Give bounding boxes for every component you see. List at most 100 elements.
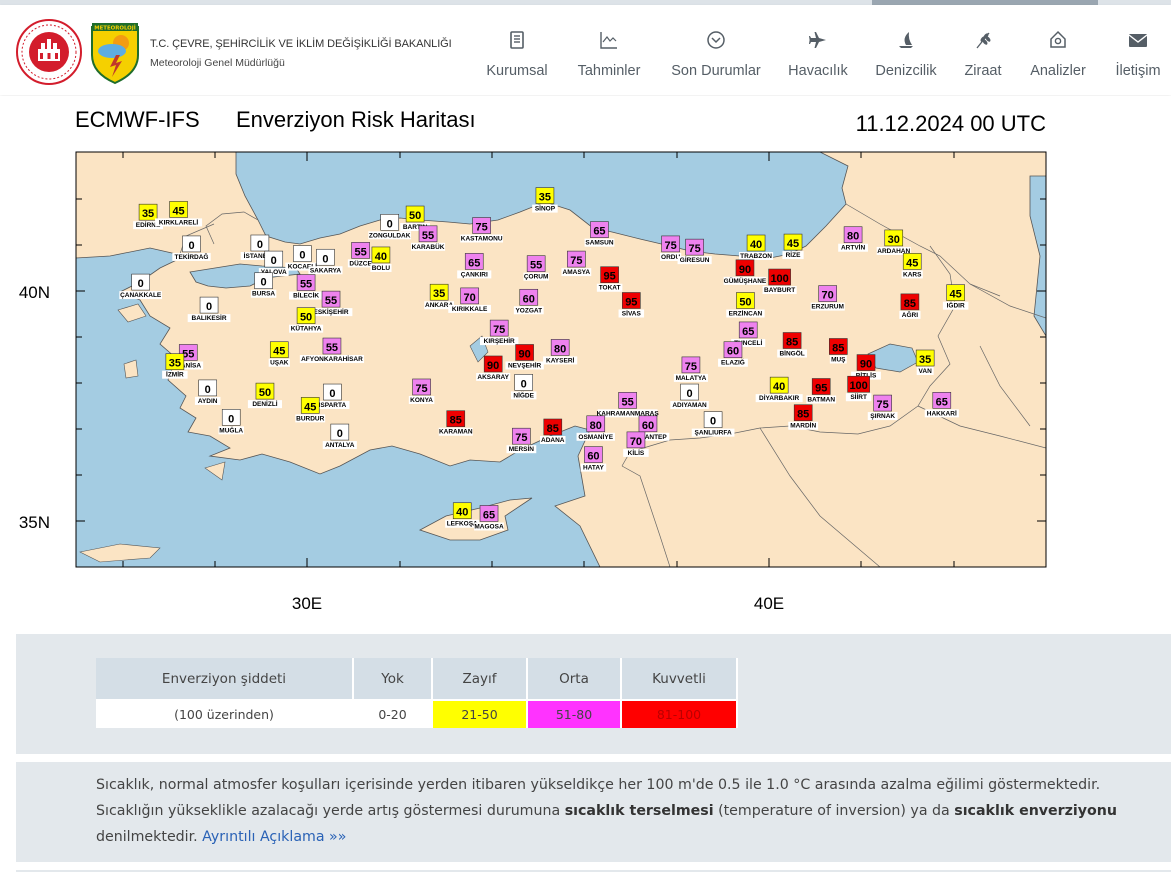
station-value: 60 (642, 420, 654, 432)
station-name: TEKİRDAĞ (175, 252, 209, 261)
map-frame-content: 35EDİRNE45KIRKLARELİ0TEKİRDAĞ0ÇANAKKALE0… (76, 152, 1046, 567)
station-value: 45 (172, 205, 184, 217)
station-value: 45 (950, 289, 962, 301)
station-name: KIRŞEHİR (484, 337, 515, 345)
nav-son-durumlar[interactable]: Son Durumlar (666, 10, 766, 100)
station-54: 100SİİRT (845, 375, 872, 402)
station-name: HATAY (583, 465, 604, 472)
meteoroloji-logo[interactable]: METEOROLOJİ (90, 21, 140, 85)
station-name: ÇANKIRI (461, 271, 488, 278)
nav-analizler[interactable]: Analizler (1026, 10, 1090, 100)
nav-label: İletişim (1115, 63, 1161, 79)
station-value: 55 (325, 295, 337, 307)
station-name: TOKAT (599, 285, 621, 292)
station-value: 0 (228, 413, 234, 425)
station-75: 35İZMİR (162, 353, 188, 379)
station-name: AYDIN (198, 398, 218, 405)
station-name: BAYBURT (764, 287, 795, 294)
legend-kuvvetli: Kuvvetli (621, 658, 738, 701)
station-value: 60 (587, 451, 599, 463)
station-value: 75 (476, 222, 488, 234)
nav-iletisim[interactable]: İletişim (1110, 10, 1166, 100)
station-name: ADANA (541, 437, 565, 444)
station-name: AĞRI (902, 310, 918, 319)
station-31: 45IĞDIR (942, 284, 969, 310)
station-name: SİİRT (850, 393, 867, 401)
nav-havacilik[interactable]: Havacılık (784, 10, 852, 100)
station-value: 75 (664, 240, 676, 252)
station-name: KONYA (410, 397, 433, 404)
station-name: KARABÜK (412, 242, 445, 251)
station-value: 100 (770, 273, 788, 285)
station-value: 0 (271, 255, 277, 267)
station-16: 35SİNOP (532, 187, 558, 213)
inversion-description: Sıcaklık, normal atmosfer koşulları içer… (96, 772, 1171, 850)
station-value: 30 (888, 234, 900, 246)
map-figure: ECMWF-IFS Enverziyon Risk Haritası 11.12… (19, 107, 1047, 613)
station-value: 60 (727, 346, 739, 358)
station-value: 70 (630, 436, 642, 448)
station-value: 0 (521, 378, 527, 390)
station-64: 70KİLİS (623, 431, 649, 457)
station-value: 80 (847, 231, 859, 243)
station-name: KİLİS (628, 449, 645, 457)
station-name: NEVŞEHİR (508, 361, 542, 369)
station-value: 75 (415, 383, 427, 395)
logo-text: METEOROLOJİ (94, 25, 136, 32)
station-name: MERSİN (509, 445, 535, 453)
station-value: 80 (554, 343, 566, 355)
map-model: ECMWF-IFS (75, 107, 200, 132)
station-14: 40 BOLU (370, 246, 392, 272)
station-value: 0 (299, 250, 305, 262)
site-header: METEOROLOJİ T.C. ÇEVRE, ŞEHİRCİLİK VE İK… (0, 5, 1171, 95)
station-name: MUĞLA (219, 425, 243, 434)
legend-zayif: Zayıf (432, 658, 528, 701)
station-value: 70 (463, 292, 475, 304)
nav-kurumsal[interactable]: Kurumsal (470, 10, 564, 100)
station-42: 95SİVAS (618, 292, 645, 318)
station-name: KARAMAN (439, 429, 473, 436)
legend-table: Enverziyon şiddeti Yok Zayıf Orta Kuvvet… (96, 658, 738, 728)
station-80: 0MUĞLA (218, 409, 244, 435)
station-value: 0 (257, 239, 263, 251)
station-value: 75 (570, 255, 582, 267)
ministry-logo[interactable] (16, 19, 82, 85)
station-name: YOZGAT (515, 307, 542, 314)
station-value: 45 (304, 401, 316, 413)
nav-tahminler[interactable]: Tahminler (570, 10, 648, 100)
station-name: ANTALYA (325, 442, 355, 449)
station-value: 65 (936, 396, 948, 408)
nav-ziraat[interactable]: Ziraat (960, 10, 1006, 100)
legend-range-orta: 51-80 (527, 700, 622, 728)
station-name: ELAZIĞ (721, 358, 745, 367)
station-name: AFYONKARAHİSAR (301, 355, 363, 363)
details-link[interactable]: Ayrıntılı Açıklama »» (202, 829, 346, 845)
nav-label: Tahminler (577, 63, 641, 79)
station-value: 85 (797, 409, 809, 421)
station-name: MAGOSA (474, 523, 504, 530)
document-icon (510, 31, 524, 49)
station-name: KAYSERİ (546, 356, 574, 364)
station-name: BURDUR (296, 415, 324, 422)
station-name: IĞDIR (947, 301, 965, 310)
nav-denizcilik[interactable]: Denizcilik (872, 10, 940, 100)
station-value: 0 (205, 384, 211, 396)
legend-range-kuvvetli: 81-100 (621, 700, 738, 728)
station-name: BURSA (252, 291, 275, 298)
info-bold-2: sıcaklık enverziyonu (954, 803, 1117, 819)
station-value: 55 (300, 279, 312, 291)
station-value: 35 (169, 358, 181, 370)
station-value: 40 (456, 507, 468, 519)
station-name: ESKİŞEHİR (314, 308, 349, 316)
station-value: 50 (409, 210, 421, 222)
chevron-circle-icon (707, 31, 725, 49)
station-value: 45 (906, 257, 918, 269)
station-name: DÜZCE (349, 258, 372, 267)
chart-icon (600, 32, 617, 49)
map-date: 11.12.2024 00 UTC (856, 111, 1046, 136)
station-name: KARS (903, 271, 922, 278)
station-name: ERZURUM (811, 304, 844, 311)
station-value: 45 (787, 238, 799, 250)
station-value: 80 (590, 420, 602, 432)
station-name: DİYARBAKIR (759, 394, 800, 402)
